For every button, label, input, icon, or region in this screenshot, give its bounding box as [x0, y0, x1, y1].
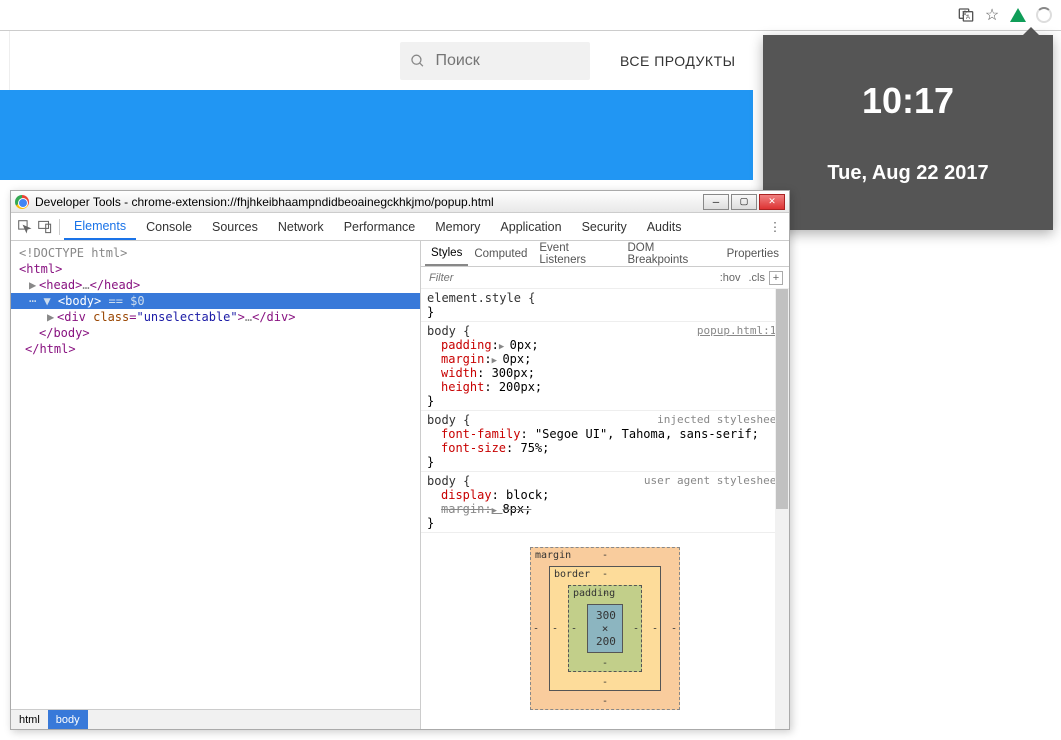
tab-network[interactable]: Network — [268, 213, 334, 240]
tab-elements[interactable]: Elements — [64, 213, 136, 240]
search-icon — [410, 52, 425, 70]
dom-breadcrumb: html body — [11, 709, 420, 729]
css-rule[interactable]: injected stylesheetbody {font-family: "S… — [421, 411, 789, 472]
cls-toggle[interactable]: .cls — [749, 272, 766, 284]
rule-close: } — [427, 305, 783, 319]
devtools-tabs: Elements Console Sources Network Perform… — [11, 213, 789, 241]
scrollbar-thumb[interactable] — [776, 289, 788, 509]
rule-meta: injected stylesheet — [657, 413, 783, 426]
css-property[interactable]: font-family: "Segoe UI", Tahoma, sans-se… — [441, 427, 783, 441]
styles-rules[interactable]: element.style {}popup.html:19body {paddi… — [421, 289, 789, 729]
css-property[interactable]: display: block; — [441, 488, 783, 502]
dom-body-selected[interactable]: ⋯ ▼ <body> == $0 — [11, 293, 420, 309]
tab-audits[interactable]: Audits — [637, 213, 692, 240]
dom-html-open[interactable]: <html> — [11, 261, 420, 277]
stab-computed[interactable]: Computed — [468, 241, 533, 266]
extension-icon[interactable] — [1035, 6, 1053, 24]
drive-extension-icon[interactable] — [1009, 6, 1027, 24]
css-property[interactable]: margin:▶ 8px; — [441, 502, 783, 516]
rule-close: } — [427, 516, 783, 530]
device-toolbar-icon[interactable] — [35, 220, 55, 234]
minimize-button[interactable]: ─ — [703, 194, 729, 210]
dom-head[interactable]: ▶<head>…</head> — [11, 277, 420, 293]
css-property[interactable]: margin:▶ 0px; — [441, 352, 783, 366]
search-box[interactable] — [400, 42, 590, 80]
new-style-rule-icon[interactable]: + — [769, 271, 783, 285]
stab-dom-bp[interactable]: DOM Breakpoints — [621, 241, 720, 266]
close-button[interactable]: ✕ — [759, 194, 785, 210]
dom-html-close[interactable]: </html> — [11, 341, 420, 357]
css-property[interactable]: padding:▶ 0px; — [441, 338, 783, 352]
page-left-edge — [0, 31, 10, 90]
scrollbar-track[interactable] — [775, 289, 789, 729]
inspect-element-icon[interactable] — [15, 220, 35, 234]
translate-icon[interactable]: 文A — [957, 6, 975, 24]
source-link[interactable]: popup.html:19 — [697, 324, 783, 337]
window-titlebar[interactable]: Developer Tools - chrome-extension://fhj… — [11, 191, 789, 213]
styles-tabs: Styles Computed Event Listeners DOM Brea… — [421, 241, 789, 267]
elements-panel: <!DOCTYPE html> <html> ▶<head>…</head> ⋯… — [11, 241, 421, 729]
tab-security[interactable]: Security — [572, 213, 637, 240]
hov-toggle[interactable]: :hov — [720, 272, 741, 284]
popup-arrow — [1023, 27, 1039, 35]
tab-memory[interactable]: Memory — [425, 213, 490, 240]
dom-div[interactable]: ▶<div class="unselectable">…</div> — [11, 309, 420, 325]
tab-sources[interactable]: Sources — [202, 213, 268, 240]
rule-meta: user agent stylesheet — [644, 474, 783, 487]
rule-close: } — [427, 455, 783, 469]
box-model-content: 300 × 200 — [587, 604, 623, 653]
tab-performance[interactable]: Performance — [334, 213, 426, 240]
stab-styles[interactable]: Styles — [425, 241, 468, 266]
clock-popup: 10:17 Tue, Aug 22 2017 — [763, 35, 1053, 230]
bookmark-star-icon[interactable]: ☆ — [983, 6, 1001, 24]
dom-doctype[interactable]: <!DOCTYPE html> — [11, 245, 420, 261]
browser-toolbar: 文A ☆ — [949, 0, 1061, 30]
page-hero-banner — [0, 90, 753, 180]
more-options-icon[interactable]: ⋮ — [765, 219, 785, 234]
rule-close: } — [427, 394, 783, 408]
chrome-icon — [15, 195, 29, 209]
devtools-window: Developer Tools - chrome-extension://fhj… — [10, 190, 790, 730]
css-rule[interactable]: element.style {} — [421, 289, 789, 322]
clock-date: Tue, Aug 22 2017 — [827, 162, 988, 185]
css-property[interactable]: width: 300px; — [441, 366, 783, 380]
rule-selector[interactable]: element.style { — [427, 291, 783, 305]
css-rule[interactable]: user agent stylesheetbody {display: bloc… — [421, 472, 789, 533]
stab-events[interactable]: Event Listeners — [533, 241, 621, 266]
window-title: Developer Tools - chrome-extension://fhj… — [35, 195, 703, 209]
css-rule[interactable]: popup.html:19body {padding:▶ 0px;margin:… — [421, 322, 789, 411]
tab-application[interactable]: Application — [490, 213, 571, 240]
styles-filter-input[interactable] — [427, 271, 716, 285]
dom-tree[interactable]: <!DOCTYPE html> <html> ▶<head>…</head> ⋯… — [11, 241, 420, 709]
clock-time: 10:17 — [862, 80, 954, 122]
styles-filter-row: :hov .cls + — [421, 267, 789, 289]
dom-body-close[interactable]: </body> — [11, 325, 420, 341]
styles-panel: Styles Computed Event Listeners DOM Brea… — [421, 241, 789, 729]
stab-properties[interactable]: Properties — [721, 241, 785, 266]
tab-console[interactable]: Console — [136, 213, 202, 240]
search-input[interactable] — [433, 51, 580, 71]
css-property[interactable]: font-size: 75%; — [441, 441, 783, 455]
svg-text:A: A — [966, 15, 970, 21]
box-model-diagram: margin----border----padding----300 × 200 — [421, 533, 789, 724]
maximize-button[interactable]: ▢ — [731, 194, 757, 210]
all-products-link[interactable]: ВСЕ ПРОДУКТЫ — [620, 53, 736, 69]
crumb-html[interactable]: html — [11, 710, 48, 729]
css-property[interactable]: height: 200px; — [441, 380, 783, 394]
crumb-body[interactable]: body — [48, 710, 88, 729]
